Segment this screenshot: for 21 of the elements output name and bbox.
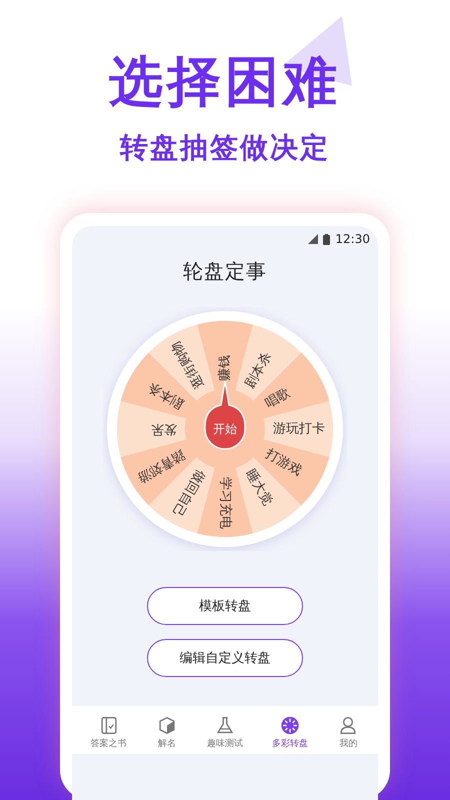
action-button[interactable]: 模板转盘 <box>147 587 303 625</box>
segment-label: 踏青郊游 <box>134 446 188 486</box>
start-button[interactable]: 开始 <box>207 414 243 444</box>
signal-icon <box>308 234 318 244</box>
pointer-drawing <box>204 380 246 450</box>
nav-tab[interactable]: 答案之书 <box>90 716 127 750</box>
nav-tab[interactable]: 我的 <box>337 716 360 750</box>
status-time: 12:30 <box>335 232 370 246</box>
segment-label: 赚钱 <box>218 355 232 381</box>
nav-tab[interactable]: 趣味测试 <box>206 716 243 750</box>
nav-tab[interactable]: 解名 <box>156 716 178 750</box>
battery-icon <box>323 234 330 244</box>
app-title: 轮盘定事 <box>183 258 267 285</box>
headline: 选择困难 <box>109 50 341 114</box>
subtitle: 转盘抽签做决定 <box>120 130 330 166</box>
nav-tab[interactable]: 多彩转盘 <box>272 716 308 750</box>
segment-label: 发呆 <box>151 422 177 436</box>
action-button[interactable]: 编辑自定义转盘 <box>147 639 303 677</box>
wheel-icon <box>279 716 302 735</box>
segment-label: 游玩打卡 <box>273 422 325 436</box>
segment-label: 学习充电 <box>218 477 232 529</box>
